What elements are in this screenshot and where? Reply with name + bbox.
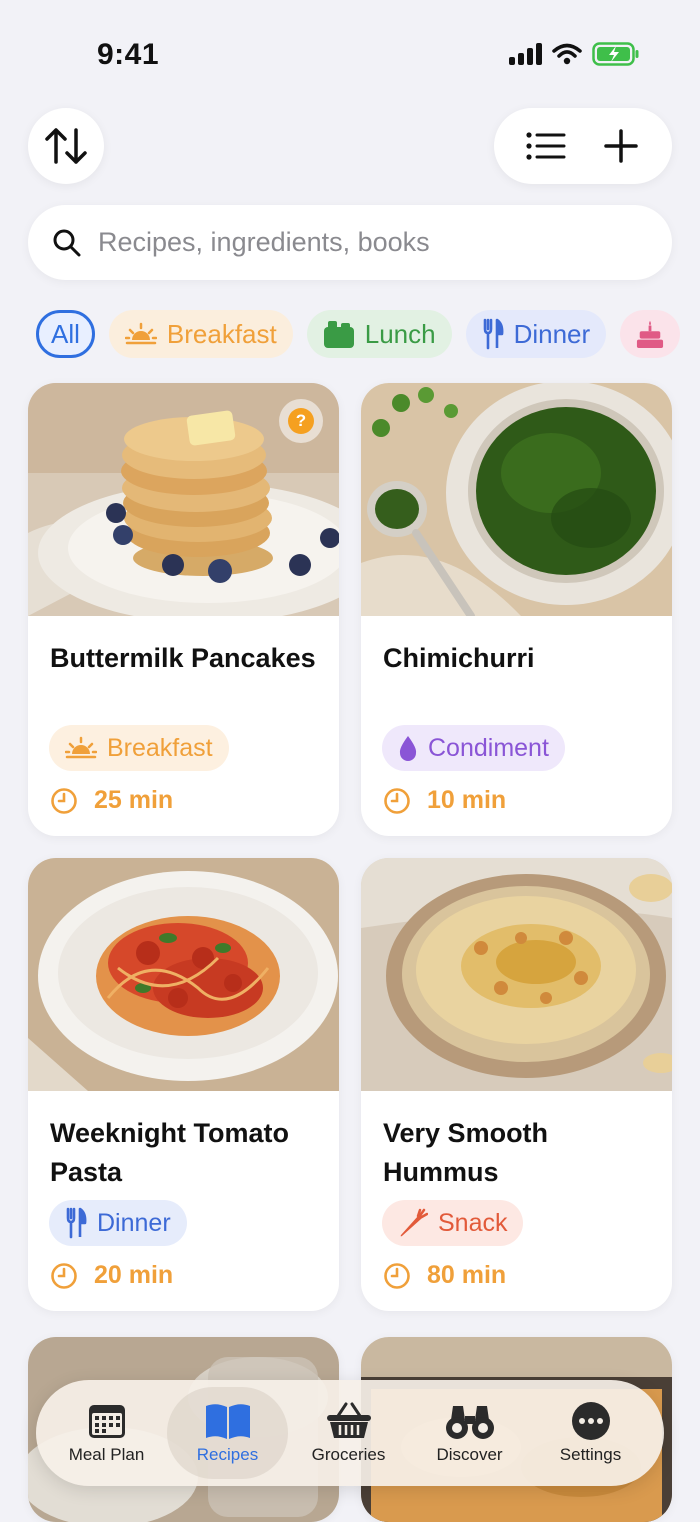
recipe-category-tag: Dinner xyxy=(49,1200,187,1246)
tab-label: Recipes xyxy=(196,1445,259,1464)
sort-arrows-icon xyxy=(45,128,87,164)
recipe-category-label: Condiment xyxy=(428,733,549,762)
search-icon xyxy=(53,229,81,256)
more-icon xyxy=(571,1402,610,1440)
tab-label: Groceries xyxy=(311,1445,386,1464)
sunrise-icon xyxy=(65,736,97,759)
recipe-title: Chimichurri xyxy=(383,643,535,673)
recipe-photo xyxy=(361,858,672,1091)
clock-icon xyxy=(51,787,77,814)
book-icon xyxy=(205,1404,250,1439)
recipe-category-label: Dinner xyxy=(97,1208,171,1237)
tab-label: Settings xyxy=(559,1445,622,1464)
recipe-time-label: 25 min xyxy=(94,786,174,814)
search-placeholder: Recipes, ingredients, books xyxy=(98,227,430,257)
recipe-category-label: Snack xyxy=(438,1208,508,1237)
chip-label: Lunch xyxy=(364,318,436,349)
category-chips: All Breakfast Lunch Dinner xyxy=(36,310,681,358)
recipe-category-tag: Snack xyxy=(382,1200,524,1246)
carrot-icon xyxy=(400,1208,428,1237)
recipe-photo xyxy=(28,858,339,1091)
search-bar[interactable]: Recipes, ingredients, books xyxy=(28,205,672,280)
tab-recipes[interactable]: Recipes xyxy=(167,1387,288,1479)
tab-meal-plan[interactable]: Meal Plan xyxy=(46,1387,167,1479)
sunrise-icon xyxy=(124,322,157,345)
recipe-time-label: 10 min xyxy=(427,786,507,814)
clock-icon xyxy=(51,1262,77,1289)
chip-label: All xyxy=(51,318,80,349)
recipe-card-very-smooth-hummus[interactable]: Very Smooth Hummus Snack 80 min xyxy=(361,858,672,1311)
recipe-title: Buttermilk Pancakes xyxy=(50,643,316,673)
recipe-time-label: 80 min xyxy=(427,1261,507,1289)
wifi-icon xyxy=(552,43,582,65)
plus-icon xyxy=(603,129,638,163)
calendar-icon xyxy=(88,1405,125,1438)
chip-all[interactable]: All xyxy=(36,310,95,358)
recipe-category-label: Breakfast xyxy=(107,733,213,762)
recipe-category-tag: Condiment xyxy=(382,725,565,771)
recipe-category-tag: Breakfast xyxy=(49,725,229,771)
list-icon xyxy=(525,132,565,160)
tab-groceries[interactable]: Groceries xyxy=(288,1387,409,1479)
battery-charging-icon xyxy=(592,42,639,66)
chip-dinner[interactable]: Dinner xyxy=(465,310,607,358)
recipe-time: 25 min xyxy=(50,786,173,815)
lunchbox-icon xyxy=(323,321,354,348)
question-icon: ? xyxy=(288,408,314,434)
cellular-signal-icon xyxy=(509,43,542,65)
chip-breakfast[interactable]: Breakfast xyxy=(108,310,293,358)
fork-knife-icon xyxy=(483,318,504,350)
recipe-time-label: 20 min xyxy=(94,1261,174,1289)
drop-icon xyxy=(399,736,417,761)
recipe-card-chimichurri[interactable]: Chimichurri Condiment 10 min xyxy=(361,383,672,836)
tab-label: Discover xyxy=(436,1445,503,1464)
clock-icon xyxy=(384,1262,410,1289)
recipe-title: Very Smooth Hummus xyxy=(383,1118,549,1187)
recipe-title: Weeknight Tomato Pasta xyxy=(50,1118,290,1187)
tab-label: Meal Plan xyxy=(68,1445,145,1464)
recipe-time: 10 min xyxy=(383,786,506,815)
binoculars-icon xyxy=(445,1406,494,1439)
chip-label: Breakfast xyxy=(166,318,277,349)
recipe-card-weeknight-tomato-pasta[interactable]: Weeknight Tomato Pasta Dinner 20 min xyxy=(28,858,339,1311)
recipe-photo xyxy=(361,383,672,616)
recipe-time: 20 min xyxy=(50,1261,173,1290)
unknown-info-badge[interactable]: ? xyxy=(279,399,323,443)
status-time: 9:41 xyxy=(97,38,160,71)
status-icons xyxy=(509,42,640,66)
chip-lunch[interactable]: Lunch xyxy=(306,310,452,358)
recipe-time: 80 min xyxy=(383,1261,506,1290)
chip-label: Dinner xyxy=(513,318,591,349)
basket-icon xyxy=(326,1402,371,1438)
tab-settings[interactable]: Settings xyxy=(530,1387,651,1479)
chip-dessert[interactable] xyxy=(620,310,681,358)
sort-button[interactable] xyxy=(28,108,104,184)
status-bar: 9:41 xyxy=(0,0,700,110)
top-actions xyxy=(494,108,672,184)
fork-knife-icon xyxy=(66,1207,87,1239)
tab-bar: Meal Plan Recipes Groceries Discover Set… xyxy=(36,1380,664,1486)
cake-icon xyxy=(637,320,664,348)
add-recipe-button[interactable] xyxy=(591,116,651,176)
tab-discover[interactable]: Discover xyxy=(409,1387,530,1479)
list-view-button[interactable] xyxy=(516,116,576,176)
recipe-card-buttermilk-pancakes[interactable]: ? Buttermilk Pancakes Breakfast 25 min xyxy=(28,383,339,836)
clock-icon xyxy=(384,787,410,814)
